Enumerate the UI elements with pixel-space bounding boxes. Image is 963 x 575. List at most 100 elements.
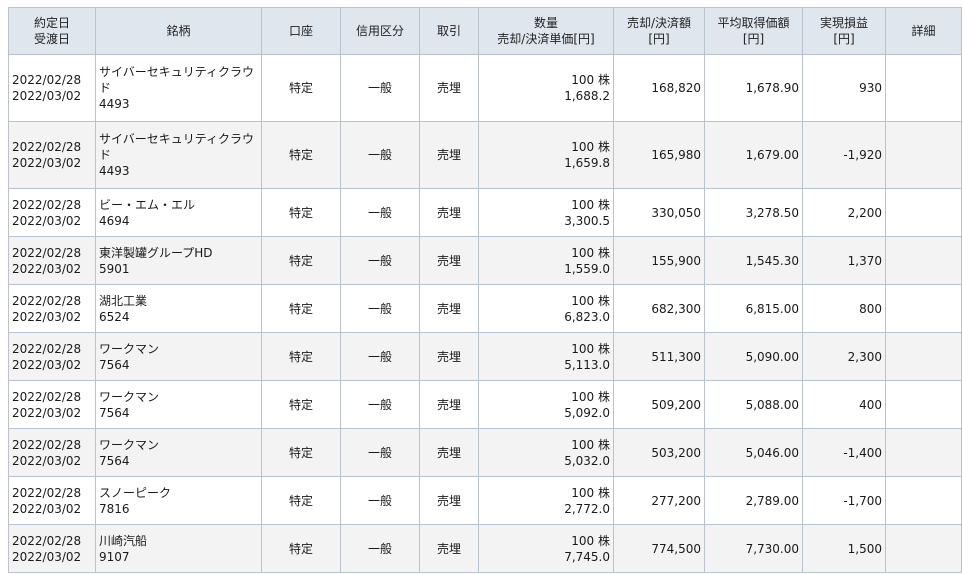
- cell-amount: 168,820: [613, 54, 705, 122]
- cell-stock: ビー・エム・エル 4694: [95, 188, 262, 237]
- header-unit-price: 売却/決済単価[円]: [497, 32, 595, 46]
- cell-detail[interactable]: [885, 476, 962, 525]
- cell-amount: 330,050: [613, 188, 705, 237]
- table-row: 2022/02/28 2022/03/02 川崎汽船 9107 特定 一般 売埋 100 株7…: [8, 524, 962, 573]
- cell-qty-price: 100 株 3,300.5: [478, 188, 614, 237]
- cell-avg-cost: 5,046.00: [704, 428, 803, 477]
- cell-detail[interactable]: [885, 524, 962, 573]
- cell-realized-pnl: 1,500: [802, 524, 886, 573]
- header-pnl-unit: [円]: [833, 32, 855, 46]
- cell-credit: 一般: [340, 476, 420, 525]
- cell-account: 特定: [261, 54, 341, 122]
- cell-credit: 一般: [340, 121, 420, 189]
- cell-detail[interactable]: [885, 236, 962, 285]
- cell-detail[interactable]: [885, 380, 962, 429]
- cell-amount: 503,200: [613, 428, 705, 477]
- cell-credit: 一般: [340, 54, 420, 122]
- stock-name: ワークマン: [99, 389, 160, 404]
- unit-price: 7,745.0: [564, 549, 610, 564]
- stock-name: サイバーセキュリティクラウド: [99, 132, 255, 162]
- quantity: 100 株: [571, 245, 610, 260]
- table-row: 2022/02/28 2022/03/02 サイバーセキュリティクラウド 4493 特定…: [8, 54, 962, 122]
- unit-price: 3,300.5: [564, 213, 610, 228]
- cell-stock: 湖北工業 6524: [95, 284, 262, 333]
- unit-price: 5,113.0: [564, 357, 610, 372]
- cell-stock: ワークマン 7564: [95, 332, 262, 381]
- cell-amount: 511,300: [613, 332, 705, 381]
- cell-dates: 2022/02/28 2022/03/02: [8, 380, 96, 429]
- cell-stock: ワークマン 7564: [95, 380, 262, 429]
- stock-code: 9107: [99, 549, 130, 564]
- cell-trade-type: 売埋: [419, 524, 479, 573]
- cell-trade-type: 売埋: [419, 188, 479, 237]
- settle-date: 2022/03/02: [12, 156, 82, 170]
- cell-detail[interactable]: [885, 284, 962, 333]
- cell-avg-cost: 1,678.90: [704, 54, 803, 122]
- stock-name: ワークマン: [99, 437, 160, 452]
- trade-date: 2022/02/28: [12, 437, 82, 452]
- cell-stock: サイバーセキュリティクラウド 4493: [95, 121, 262, 189]
- cell-account: 特定: [261, 428, 341, 477]
- header-qty-price: 数量 売却/決済単価[円]: [478, 7, 614, 55]
- cell-realized-pnl: 400: [802, 380, 886, 429]
- cell-realized-pnl: 2,300: [802, 332, 886, 381]
- stock-code: 7816: [99, 501, 130, 516]
- cell-trade-type: 売埋: [419, 380, 479, 429]
- cell-account: 特定: [261, 380, 341, 429]
- trade-date: 2022/02/28: [12, 140, 82, 154]
- unit-price: 1,659.8: [564, 156, 610, 170]
- cell-avg-cost: 5,088.00: [704, 380, 803, 429]
- header-pnl-label: 実現損益: [819, 16, 868, 30]
- cell-credit: 一般: [340, 332, 420, 381]
- cell-amount: 509,200: [613, 380, 705, 429]
- cell-qty-price: 100 株 1,688.2: [478, 54, 614, 122]
- table-row: 2022/02/28 2022/03/02 ワークマン 7564 特定 一般 売埋 100 株…: [8, 428, 962, 477]
- header-amount-label: 売却/決済額: [626, 16, 692, 30]
- table-body: 2022/02/28 2022/03/02 サイバーセキュリティクラウド 4493 特定…: [8, 54, 962, 573]
- cell-detail[interactable]: [885, 332, 962, 381]
- cell-detail[interactable]: [885, 428, 962, 477]
- header-trade-type: 取引: [419, 7, 479, 55]
- trade-date: 2022/02/28: [12, 197, 82, 212]
- table-header-row: 約定日 受渡日 銘柄 口座 信用区分 取引 数量 売却/決済単価[円] 売却/決…: [8, 7, 962, 55]
- cell-account: 特定: [261, 236, 341, 285]
- realized-pnl-table: 約定日 受渡日 銘柄 口座 信用区分 取引 数量 売却/決済単価[円] 売却/決…: [8, 7, 962, 573]
- trade-date: 2022/02/28: [12, 73, 82, 87]
- cell-realized-pnl: 800: [802, 284, 886, 333]
- cell-dates: 2022/02/28 2022/03/02: [8, 428, 96, 477]
- cell-detail[interactable]: [885, 188, 962, 237]
- cell-credit: 一般: [340, 524, 420, 573]
- cell-detail[interactable]: [885, 54, 962, 122]
- cell-realized-pnl: -1,700: [802, 476, 886, 525]
- cell-credit: 一般: [340, 284, 420, 333]
- cell-avg-cost: 2,789.00: [704, 476, 803, 525]
- cell-qty-price: 100 株 5,032.0: [478, 428, 614, 477]
- cell-credit: 一般: [340, 428, 420, 477]
- cell-qty-price: 100 株 1,559.0: [478, 236, 614, 285]
- unit-price: 5,092.0: [564, 405, 610, 420]
- stock-code: 4493: [99, 164, 130, 178]
- cell-account: 特定: [261, 476, 341, 525]
- cell-dates: 2022/02/28 2022/03/02: [8, 121, 96, 189]
- cell-dates: 2022/02/28 2022/03/02: [8, 476, 96, 525]
- cell-trade-type: 売埋: [419, 332, 479, 381]
- quantity: 100 株: [571, 389, 610, 404]
- cell-trade-type: 売埋: [419, 428, 479, 477]
- table-row: 2022/02/28 2022/03/02 ワークマン 7564 特定 一般 売埋 100 株…: [8, 332, 962, 381]
- header-settle-date: 受渡日: [33, 32, 70, 46]
- cell-qty-price: 100 株 6,823.0: [478, 284, 614, 333]
- unit-price: 1,688.2: [564, 89, 610, 103]
- table-row: 2022/02/28 2022/03/02 東洋製罐グループHD 5901 特定 一般 売埋…: [8, 236, 962, 285]
- cell-stock: サイバーセキュリティクラウド 4493: [95, 54, 262, 122]
- cell-amount: 155,900: [613, 236, 705, 285]
- cell-credit: 一般: [340, 236, 420, 285]
- quantity: 100 株: [571, 293, 610, 308]
- header-amount-unit: [円]: [648, 32, 670, 46]
- stock-name: ビー・エム・エル: [99, 197, 196, 212]
- cell-realized-pnl: -1,400: [802, 428, 886, 477]
- table-row: 2022/02/28 2022/03/02 スノーピーク 7816 特定 一般 売埋 100 …: [8, 476, 962, 525]
- header-avg-unit: [円]: [742, 32, 765, 46]
- table-row: 2022/02/28 2022/03/02 湖北工業 6524 特定 一般 売埋 100 株6…: [8, 284, 962, 333]
- stock-code: 7564: [99, 453, 130, 468]
- cell-detail[interactable]: [885, 121, 962, 189]
